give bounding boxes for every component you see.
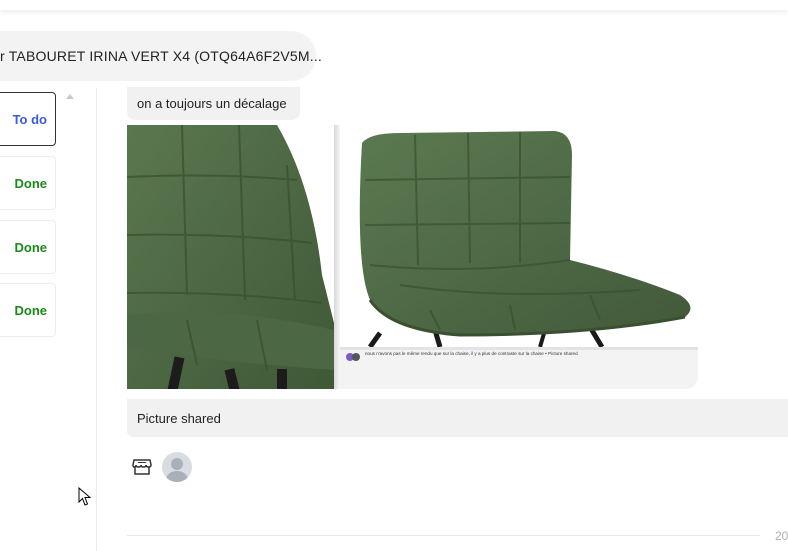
task-status-todo[interactable]: To do (0, 92, 56, 146)
avatar[interactable] (162, 452, 192, 482)
chat-message-bubble: on a toujours un décalage (127, 87, 300, 120)
mini-avatar-icon (352, 353, 360, 361)
task-status-label: To do (12, 111, 47, 127)
chair-photo-right[interactable] (340, 125, 698, 349)
store-icon[interactable] (132, 458, 152, 476)
chair-photo-illustration (127, 125, 334, 389)
task-status-done[interactable]: Done (0, 283, 56, 337)
mouse-cursor-icon (78, 486, 92, 512)
picture-shared-text: Picture shared (137, 410, 221, 426)
task-status-done[interactable]: Done (0, 156, 56, 210)
task-status-label: Done (14, 302, 48, 318)
chair-photo-illustration (359, 131, 691, 349)
conversation-title: r TABOURET IRINA VERT X4 (OTQ64A6F2V5M..… (0, 48, 322, 64)
picture-shared-notice: Picture shared (127, 399, 788, 437)
date-divider (127, 535, 760, 536)
chat-message-text: on a toujours un décalage (137, 96, 287, 111)
task-status-label: Done (14, 175, 48, 191)
date-label: 20 (775, 529, 788, 543)
conversation-title-pill[interactable]: r TABOURET IRINA VERT X4 (OTQ64A6F2V5M..… (0, 31, 322, 81)
task-status-label: Done (14, 239, 48, 255)
divider (340, 347, 698, 350)
scroll-up-icon[interactable] (66, 94, 74, 99)
chair-photo-left[interactable] (127, 125, 334, 389)
top-bar (0, 0, 788, 10)
shared-screenshot-caption: nous n'avons pas le même rendu que sur l… (365, 351, 578, 356)
shared-image-message[interactable]: nous n'avons pas le même rendu que sur l… (127, 125, 698, 389)
user-avatar-icon (165, 458, 189, 482)
store-icon-glyph (132, 459, 152, 475)
task-status-done[interactable]: Done (0, 220, 56, 274)
